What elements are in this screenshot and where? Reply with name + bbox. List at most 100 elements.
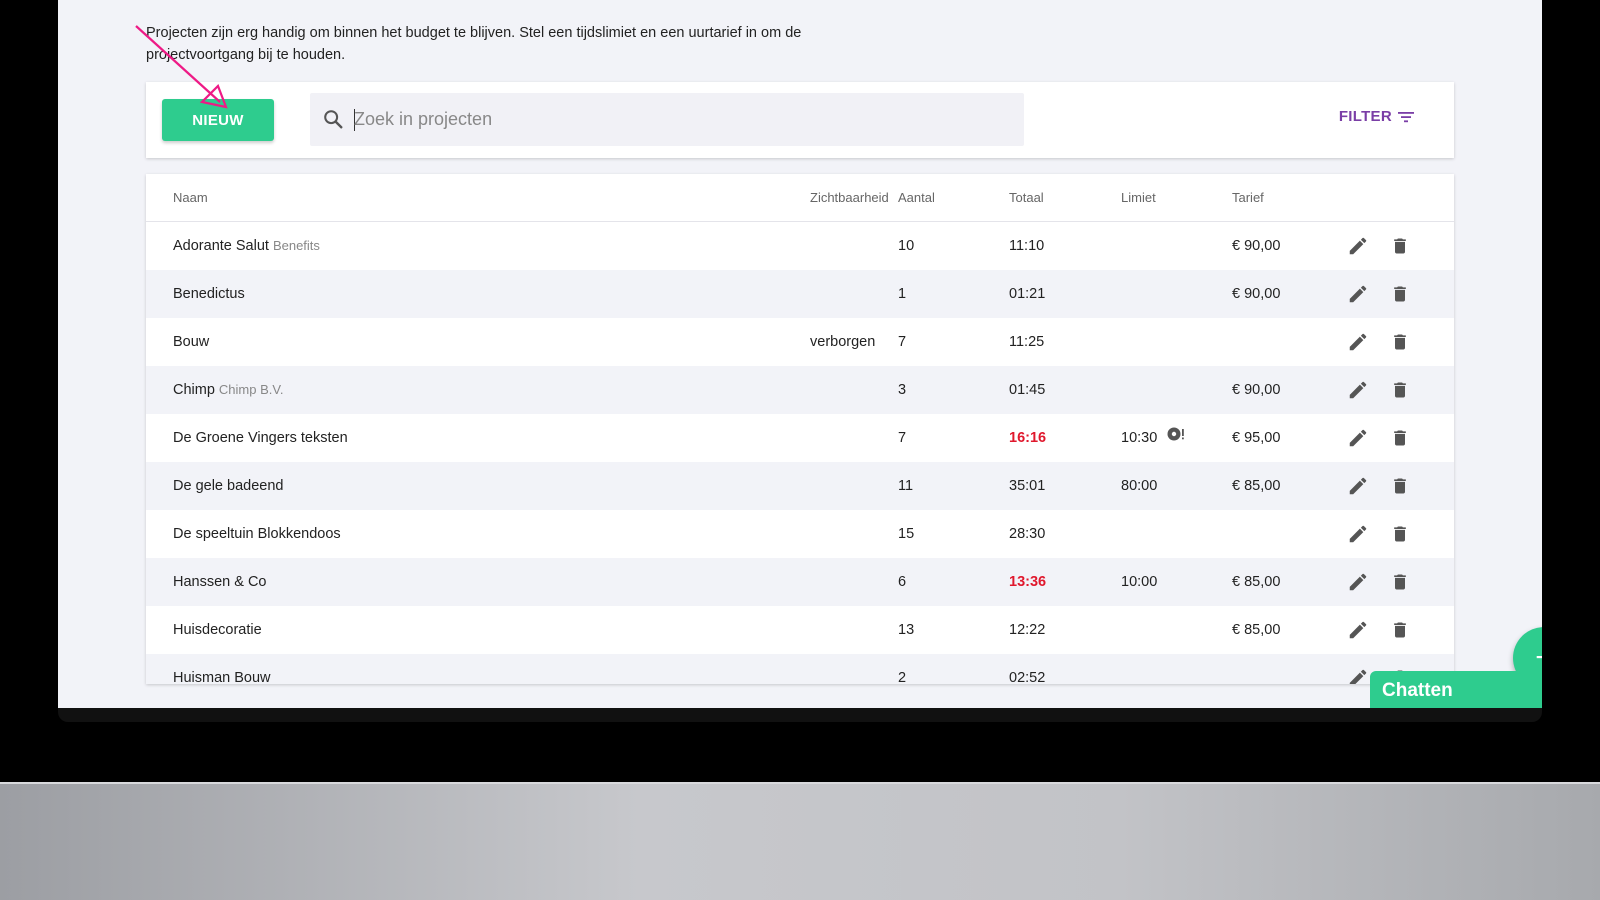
pencil-icon[interactable] — [1346, 570, 1370, 594]
project-limit-cell: 10:00 — [1121, 558, 1157, 606]
pencil-icon[interactable] — [1346, 618, 1370, 642]
search-icon — [324, 110, 343, 129]
project-name-cell[interactable]: Huisdecoratie — [173, 606, 262, 654]
project-count: 11 — [898, 478, 914, 494]
table-row[interactable]: Huisdecoratie 13 12:22 € 85,00 — [146, 606, 1454, 654]
row-actions — [1346, 558, 1412, 606]
project-name: De gele badeend — [173, 478, 284, 494]
row-actions — [1346, 366, 1412, 414]
row-actions — [1346, 414, 1412, 462]
project-name: Hanssen & Co — [173, 574, 267, 590]
intro-text: Projecten zijn erg handig om binnen het … — [146, 25, 802, 63]
project-name-cell[interactable]: Huisman Bouw — [173, 654, 271, 684]
header-count[interactable]: Aantal — [898, 174, 935, 222]
project-rate: € 95,00 — [1232, 430, 1281, 446]
row-actions — [1346, 510, 1412, 558]
table-row[interactable]: De Groene Vingers teksten 7 16:16 10:30 € 95… — [146, 414, 1454, 462]
project-count: 10 — [898, 238, 915, 254]
project-name-cell[interactable]: Hanssen & Co — [173, 558, 267, 606]
project-rate: € 85,00 — [1232, 478, 1281, 494]
project-name: Huisdecoratie — [173, 622, 262, 638]
filter-icon — [1398, 111, 1414, 122]
project-total: 13:36 — [1009, 574, 1047, 590]
filter-label: FILTER — [1338, 108, 1392, 125]
project-total: 35:01 — [1009, 478, 1046, 494]
project-toolbar: NIEUW FILTER — [146, 82, 1454, 158]
pencil-icon[interactable] — [1346, 330, 1370, 354]
project-name: Huisman Bouw — [173, 670, 271, 684]
project-name: Bouw — [173, 334, 210, 350]
header-total[interactable]: Totaal — [1009, 174, 1044, 222]
table-row[interactable]: Bouw verborgen 7 11:25 — [146, 318, 1454, 366]
pencil-icon[interactable] — [1346, 234, 1370, 258]
project-total: 01:45 — [1009, 382, 1046, 398]
pencil-icon[interactable] — [1346, 474, 1370, 498]
trash-icon[interactable] — [1388, 330, 1412, 354]
chat-widget[interactable]: Chatten — [1370, 671, 1542, 710]
project-name-cell[interactable]: Adorante Salut Benefits — [173, 222, 320, 270]
table-row[interactable]: De gele badeend 11 35:01 80:00 € 85,00 — [146, 462, 1454, 510]
header-visibility[interactable]: Zichtbaarheid — [810, 174, 889, 222]
header-limit[interactable]: Limiet — [1121, 174, 1156, 222]
table-row[interactable]: Chimp Chimp B.V. 3 01:45 € 90,00 — [146, 366, 1454, 414]
project-visibility: verborgen — [810, 334, 876, 350]
pointer-arrow-icon — [135, 25, 228, 109]
trash-icon[interactable] — [1388, 570, 1412, 594]
project-name: Adorante Salut — [173, 238, 269, 254]
project-rate: € 85,00 — [1232, 574, 1281, 590]
table-row[interactable]: Benedictus 1 01:21 € 90,00 — [146, 270, 1454, 318]
search-box[interactable] — [310, 93, 1024, 146]
pencil-icon[interactable] — [1346, 378, 1370, 402]
project-total: 28:30 — [1009, 526, 1046, 542]
project-limit: 10:00 — [1121, 574, 1158, 590]
project-total: 16:16 — [1009, 430, 1047, 446]
filter-button[interactable]: FILTER — [1339, 108, 1414, 125]
project-client: Benefits — [272, 238, 320, 253]
trash-icon[interactable] — [1388, 378, 1412, 402]
project-count: 7 — [898, 334, 907, 350]
project-name-cell[interactable]: Chimp Chimp B.V. — [173, 366, 283, 414]
project-name-cell[interactable]: Benedictus — [173, 270, 245, 318]
search-input[interactable] — [354, 93, 1004, 146]
table-row[interactable]: Huisman Bouw 2 02:52 — [146, 654, 1454, 684]
pencil-icon[interactable] — [1346, 666, 1370, 684]
project-limit: 10:30 — [1121, 430, 1158, 446]
project-count: 13 — [898, 622, 915, 638]
trash-icon[interactable] — [1388, 522, 1412, 546]
project-count: 15 — [898, 526, 915, 542]
header-name[interactable]: Naam — [173, 174, 208, 222]
project-name: Chimp — [173, 382, 215, 398]
trash-icon[interactable] — [1388, 234, 1412, 258]
project-count: 7 — [898, 430, 907, 446]
trash-icon[interactable] — [1388, 282, 1412, 306]
pencil-icon[interactable] — [1346, 426, 1370, 450]
project-client: Chimp B.V. — [218, 382, 284, 397]
project-total: 11:25 — [1009, 334, 1045, 350]
project-count: 3 — [898, 382, 907, 398]
screen-bezel — [58, 708, 1542, 722]
trash-icon[interactable] — [1388, 618, 1412, 642]
project-total: 11:10 — [1009, 238, 1045, 254]
table-body: Adorante Salut Benefits 10 11:10 € 90,00 Bene… — [146, 222, 1454, 684]
project-name-cell[interactable]: Bouw — [173, 318, 209, 366]
project-limit-cell: 10:30 — [1121, 414, 1185, 462]
pencil-icon[interactable] — [1346, 522, 1370, 546]
header-rate[interactable]: Tarief — [1232, 174, 1264, 222]
project-rate: € 90,00 — [1232, 382, 1281, 398]
project-count: 2 — [898, 670, 907, 684]
chat-label: Chatten — [1382, 679, 1453, 701]
projects-table: Naam Zichtbaarheid Aantal Totaal Limiet … — [146, 174, 1454, 684]
laptop-base — [0, 782, 1600, 900]
project-name-cell[interactable]: De gele badeend — [173, 462, 283, 510]
table-row[interactable]: Hanssen & Co 6 13:36 10:00 € 85,00 — [146, 558, 1454, 606]
table-row[interactable]: De speeltuin Blokkendoos 15 28:30 — [146, 510, 1454, 558]
alarm-icon — [1167, 414, 1185, 462]
trash-icon[interactable] — [1388, 474, 1412, 498]
project-name-cell[interactable]: De Groene Vingers teksten — [173, 414, 348, 462]
project-total: 02:52 — [1009, 670, 1046, 684]
trash-icon[interactable] — [1388, 426, 1412, 450]
project-total: 01:21 — [1009, 286, 1046, 302]
project-name-cell[interactable]: De speeltuin Blokkendoos — [173, 510, 341, 558]
pencil-icon[interactable] — [1346, 282, 1370, 306]
table-row[interactable]: Adorante Salut Benefits 10 11:10 € 90,00 — [146, 222, 1454, 270]
